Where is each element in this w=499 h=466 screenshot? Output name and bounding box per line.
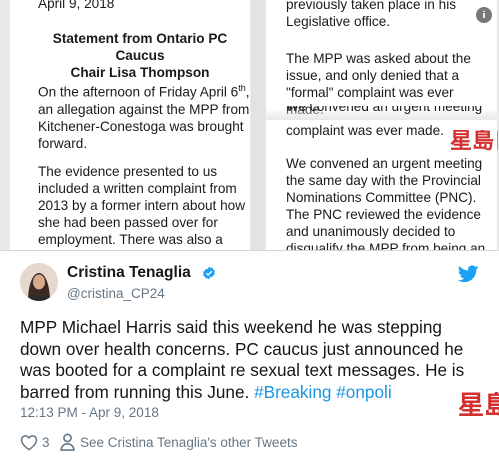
statement-date: April 9, 2018	[38, 0, 115, 11]
heart-icon[interactable]	[20, 434, 38, 451]
info-icon[interactable]: i	[476, 7, 492, 23]
twitter-bird-icon[interactable]	[458, 265, 479, 283]
verified-badge-icon	[203, 266, 215, 280]
hashtag-breaking[interactable]: #Breaking	[254, 382, 331, 402]
statement-paragraph-1: On the afternoon of Friday April 6th, an…	[38, 83, 250, 151]
person-icon	[60, 433, 75, 451]
statement-right-paragraph-4: We convened an urgent meeting the same d…	[286, 156, 486, 250]
like-count[interactable]: 3	[42, 435, 50, 450]
watermark-logo: 星島日報	[450, 130, 498, 154]
watermark-logo-bottom: 星島日報	[458, 392, 499, 420]
tweet-text: MPP Michael Harris said this weekend he …	[20, 317, 465, 402]
tweet-timestamp[interactable]: 12:13 PM - Apr 9, 2018	[20, 405, 159, 420]
statement-right-paragraph-1: previously taken place in his Legislativ…	[286, 0, 457, 29]
media-separator	[0, 250, 499, 251]
hashtag-onpoli[interactable]: #onpoli	[336, 382, 391, 402]
statement-page-left: April 9, 2018 Statement from Ontario PC …	[10, 0, 250, 250]
statement-title: Statement from Ontario PC Caucus Chair L…	[52, 31, 228, 80]
page-divider	[251, 0, 265, 250]
author-handle[interactable]: @cristina_CP24	[67, 286, 165, 301]
avatar[interactable]	[20, 263, 58, 301]
statement-paragraph-2: The evidence presented to us included a …	[38, 164, 246, 250]
statement-right-cut-line: We convened an urgent meeting the	[286, 106, 483, 114]
other-tweets-link[interactable]: See Cristina Tenaglia's other Tweets	[80, 435, 297, 450]
statement-page-right: previously taken place in his Legislativ…	[266, 0, 497, 250]
tweet-media-image[interactable]: April 9, 2018 Statement from Ontario PC …	[0, 0, 499, 250]
author-name[interactable]: Cristina Tenaglia	[67, 264, 191, 282]
